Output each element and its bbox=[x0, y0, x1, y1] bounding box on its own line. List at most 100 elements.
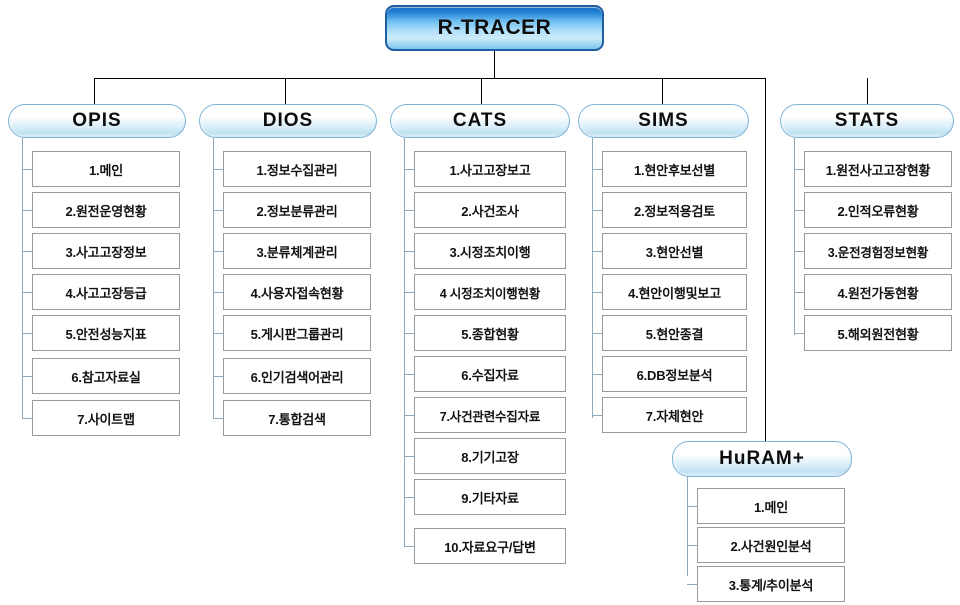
leaf-label: 4.사고고장등급 bbox=[65, 285, 147, 301]
leaf-label: 7.사건관련수집자료 bbox=[439, 409, 541, 424]
opis-tree-branch bbox=[22, 376, 32, 377]
sims-tree-branch bbox=[592, 169, 602, 170]
root-stem-connector bbox=[494, 51, 495, 78]
leaf-opis-1[interactable]: 1.메인 bbox=[32, 151, 180, 187]
leaf-label: 3.사고고장정보 bbox=[65, 244, 147, 260]
cats-tree-spine bbox=[404, 138, 405, 546]
leaf-label: 2.원전운영현황 bbox=[65, 203, 147, 219]
cats-tree-branch bbox=[404, 415, 414, 416]
leaf-huram-3[interactable]: 3.통계/추이분석 bbox=[697, 566, 845, 602]
cats-tree-branch bbox=[404, 456, 414, 457]
leaf-stats-2[interactable]: 2.인적오류현황 bbox=[804, 192, 952, 228]
section-header-stats[interactable]: STATS bbox=[780, 104, 954, 138]
leaf-cats-3[interactable]: 3.시정조치이행 bbox=[414, 233, 566, 269]
cats-tree-branch bbox=[404, 169, 414, 170]
leaf-cats-6[interactable]: 6.수집자료 bbox=[414, 356, 566, 392]
sims-tree-branch bbox=[592, 415, 602, 416]
org-chart-canvas: R-TRACER OPIS 1.메인 2.원전운영현황 3.사고고장정보 4.사… bbox=[0, 0, 960, 605]
bus-drop-opis bbox=[94, 78, 95, 104]
leaf-label: 5.게시판그룹관리 bbox=[250, 326, 344, 342]
leaf-label: 5.해외원전현황 bbox=[837, 326, 919, 342]
cats-tree-branch bbox=[404, 292, 414, 293]
leaf-dios-4[interactable]: 4.사용자접속현황 bbox=[223, 274, 371, 310]
leaf-label: 1.현안후보선별 bbox=[633, 162, 715, 178]
leaf-label: 1.원전사고고장현황 bbox=[825, 162, 931, 178]
sims-tree-branch bbox=[592, 251, 602, 252]
leaf-cats-5[interactable]: 5.종합현황 bbox=[414, 315, 566, 351]
leaf-opis-5[interactable]: 5.안전성능지표 bbox=[32, 315, 180, 351]
section-header-huram[interactable]: HuRAM+ bbox=[672, 441, 852, 477]
leaf-opis-7[interactable]: 7.사이트맵 bbox=[32, 400, 180, 436]
section-header-sims[interactable]: SIMS bbox=[578, 104, 749, 138]
leaf-dios-6[interactable]: 6.인기검색어관리 bbox=[223, 358, 371, 394]
leaf-stats-4[interactable]: 4.원전가동현황 bbox=[804, 274, 952, 310]
leaf-label: 3.운전경험정보현황 bbox=[827, 245, 929, 260]
opis-tree-branch bbox=[22, 418, 32, 419]
leaf-sims-5[interactable]: 5.현안종결 bbox=[602, 315, 747, 351]
leaf-opis-6[interactable]: 6.참고자료실 bbox=[32, 358, 180, 394]
cats-tree-branch bbox=[404, 251, 414, 252]
leaf-sims-3[interactable]: 3.현안선별 bbox=[602, 233, 747, 269]
section-header-label: CATS bbox=[452, 110, 508, 131]
leaf-cats-1[interactable]: 1.사고고장보고 bbox=[414, 151, 566, 187]
leaf-cats-8[interactable]: 8.기기고장 bbox=[414, 438, 566, 474]
stats-tree-branch bbox=[794, 169, 804, 170]
leaf-dios-1[interactable]: 1.정보수집관리 bbox=[223, 151, 371, 187]
leaf-label: 1.메인 bbox=[89, 162, 123, 178]
leaf-huram-1[interactable]: 1.메인 bbox=[697, 488, 845, 524]
stats-tree-branch bbox=[794, 292, 804, 293]
leaf-dios-5[interactable]: 5.게시판그룹관리 bbox=[223, 315, 371, 351]
leaf-label: 6.DB정보분석 bbox=[636, 367, 713, 383]
bus-drop-cats bbox=[481, 78, 482, 104]
leaf-dios-7[interactable]: 7.통합검색 bbox=[223, 400, 371, 436]
leaf-sims-1[interactable]: 1.현안후보선별 bbox=[602, 151, 747, 187]
opis-tree-branch bbox=[22, 251, 32, 252]
section-header-opis[interactable]: OPIS bbox=[8, 104, 186, 138]
leaf-label: 5.안전성능지표 bbox=[65, 326, 147, 342]
leaf-cats-2[interactable]: 2.사건조사 bbox=[414, 192, 566, 228]
leaf-label: 3.현안선별 bbox=[645, 244, 704, 260]
root-node-r-tracer[interactable]: R-TRACER bbox=[385, 5, 604, 51]
leaf-cats-4[interactable]: 4 시정조치이행현황 bbox=[414, 274, 566, 310]
leaf-cats-10[interactable]: 10.자료요구/답변 bbox=[414, 528, 566, 564]
section-header-label: HuRAM+ bbox=[719, 448, 805, 469]
dios-tree-branch bbox=[213, 333, 223, 334]
leaf-huram-2[interactable]: 2.사건원인분석 bbox=[697, 527, 845, 563]
leaf-stats-1[interactable]: 1.원전사고고장현황 bbox=[804, 151, 952, 187]
stats-tree-branch bbox=[794, 251, 804, 252]
leaf-sims-7[interactable]: 7.자체현안 bbox=[602, 397, 747, 433]
opis-tree-branch bbox=[22, 292, 32, 293]
section-header-dios[interactable]: DIOS bbox=[199, 104, 377, 138]
leaf-stats-3[interactable]: 3.운전경험정보현황 bbox=[804, 233, 952, 269]
leaf-opis-4[interactable]: 4.사고고장등급 bbox=[32, 274, 180, 310]
leaf-sims-6[interactable]: 6.DB정보분석 bbox=[602, 356, 747, 392]
huram-tree-branch bbox=[687, 506, 697, 507]
dios-tree-branch bbox=[213, 210, 223, 211]
leaf-sims-4[interactable]: 4.현안이행및보고 bbox=[602, 274, 747, 310]
leaf-cats-9[interactable]: 9.기타자료 bbox=[414, 479, 566, 515]
leaf-opis-2[interactable]: 2.원전운영현황 bbox=[32, 192, 180, 228]
cats-tree-branch bbox=[404, 374, 414, 375]
dios-tree-branch bbox=[213, 418, 223, 419]
leaf-label: 1.정보수집관리 bbox=[256, 162, 338, 178]
opis-tree-branch bbox=[22, 333, 32, 334]
root-node-label: R-TRACER bbox=[437, 16, 552, 39]
leaf-label: 4.사용자접속현황 bbox=[250, 285, 344, 301]
stats-tree-spine bbox=[794, 138, 795, 335]
leaf-sims-2[interactable]: 2.정보적용검토 bbox=[602, 192, 747, 228]
leaf-label: 3.분류체계관리 bbox=[256, 244, 338, 260]
section-header-cats[interactable]: CATS bbox=[390, 104, 570, 138]
leaf-label: 2.정보분류관리 bbox=[256, 203, 338, 219]
section-header-label: SIMS bbox=[638, 110, 689, 131]
dios-tree-branch bbox=[213, 292, 223, 293]
leaf-label: 9.기타자료 bbox=[461, 490, 519, 506]
leaf-cats-7[interactable]: 7.사건관련수집자료 bbox=[414, 397, 566, 433]
leaf-dios-2[interactable]: 2.정보분류관리 bbox=[223, 192, 371, 228]
leaf-label: 7.자체현안 bbox=[645, 408, 704, 424]
leaf-label: 2.사건조사 bbox=[461, 203, 519, 219]
dios-tree-branch bbox=[213, 251, 223, 252]
leaf-stats-5[interactable]: 5.해외원전현황 bbox=[804, 315, 952, 351]
sims-tree-spine bbox=[592, 138, 593, 418]
leaf-opis-3[interactable]: 3.사고고장정보 bbox=[32, 233, 180, 269]
leaf-dios-3[interactable]: 3.분류체계관리 bbox=[223, 233, 371, 269]
